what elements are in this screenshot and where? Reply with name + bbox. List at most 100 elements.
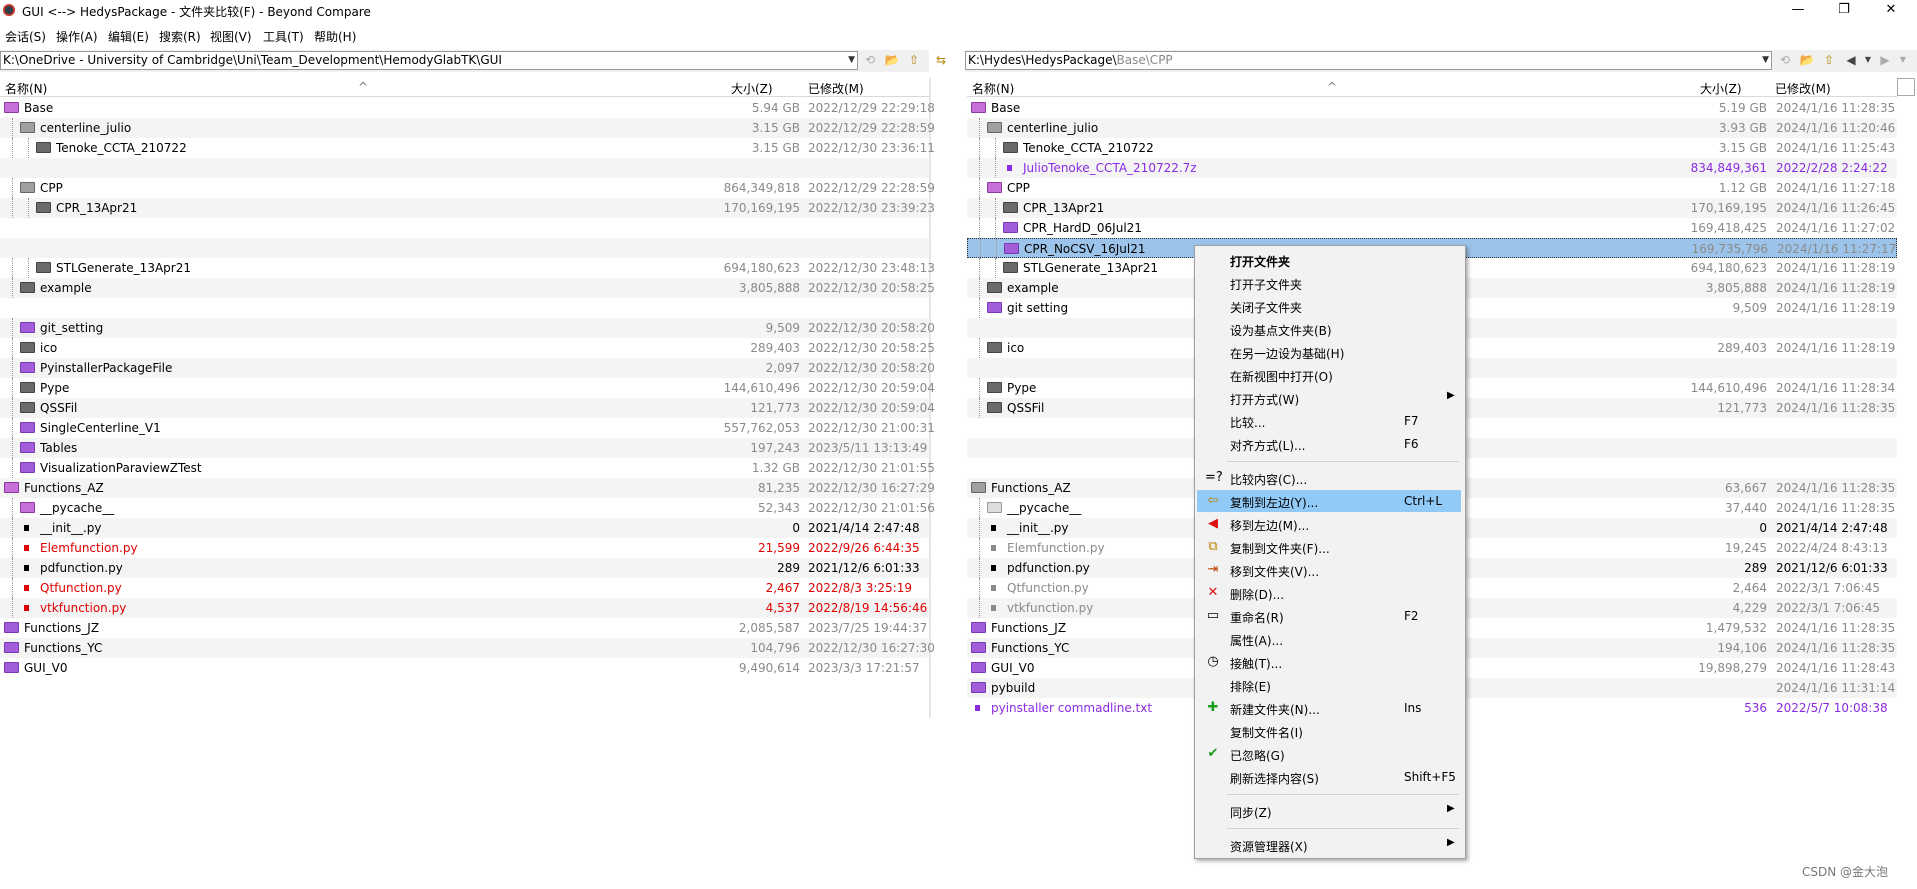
file-modified: 2024/1/16 11:28:19 bbox=[1776, 301, 1896, 315]
context-menu-item[interactable]: 打开文件夹 bbox=[1197, 249, 1461, 271]
list-item[interactable]: Tables 197,243 2023/5/11 13:13:49 bbox=[0, 438, 929, 458]
right-path-input[interactable]: K:\Hydes\HedysPackage\Base\CPP ▼ bbox=[965, 51, 1772, 70]
list-item[interactable]: git_setting 9,509 2022/12/30 20:58:20 bbox=[0, 318, 935, 338]
list-item[interactable]: Functions_YC 104,796 2022/12/30 16:27:30 bbox=[0, 638, 935, 658]
menu-actions[interactable]: 操作(A) bbox=[56, 28, 98, 45]
pane-divider[interactable] bbox=[929, 78, 931, 718]
context-menu-item[interactable]: ⇥ 移到文件夹(V)... bbox=[1197, 559, 1461, 581]
context-menu-item[interactable]: 关闭子文件夹 bbox=[1197, 295, 1461, 317]
list-item[interactable]: CPR_HardD_06Jul21 169,418,425 2024/1/16 11… bbox=[967, 218, 1897, 238]
context-menu-item[interactable]: ✔ 已忽略(G) bbox=[1197, 743, 1461, 765]
list-item[interactable]: example 3,805,888 2022/12/30 20:58:25 bbox=[0, 278, 935, 298]
context-menu-item[interactable]: 比较... F7 bbox=[1197, 410, 1461, 432]
context-menu-item[interactable]: ⧉ 复制到文件夹(F)... bbox=[1197, 536, 1461, 558]
list-item[interactable]: centerline_julio 3.15 GB 2022/12/29 22:28:… bbox=[0, 118, 935, 138]
empty-row[interactable] bbox=[0, 218, 929, 238]
empty-row[interactable] bbox=[0, 158, 929, 178]
list-item[interactable]: Base 5.94 GB 2022/12/29 22:29:18 bbox=[0, 98, 935, 118]
context-menu-item[interactable]: 排除(E) bbox=[1197, 674, 1461, 696]
list-item[interactable]: Base 5.19 GB 2024/1/16 11:28:35 bbox=[967, 98, 1897, 118]
context-menu-item[interactable]: 打开子文件夹 bbox=[1197, 272, 1461, 294]
minimize-button[interactable]: — bbox=[1775, 0, 1821, 22]
chevron-down-icon[interactable]: ▼ bbox=[848, 52, 855, 69]
browse-folder-icon[interactable]: 📂 bbox=[884, 53, 900, 67]
list-item[interactable]: centerline_julio 3.93 GB 2024/1/16 11:20:4… bbox=[967, 118, 1897, 138]
column-name[interactable]: 名称(N) bbox=[972, 80, 1014, 97]
column-size[interactable]: 大小(Z) bbox=[1700, 80, 1742, 97]
file-size: 19,898,279 bbox=[1698, 661, 1767, 675]
left-path-input[interactable]: K:\OneDrive - University of Cambridge\Un… bbox=[0, 51, 858, 70]
browse-folder-icon[interactable]: 📂 bbox=[1799, 53, 1815, 67]
list-item[interactable]: __pycache__ 52,343 2022/12/30 21:01:56 bbox=[0, 498, 935, 518]
menu-tools[interactable]: 工具(T) bbox=[263, 28, 304, 45]
context-menu-item[interactable]: 同步(Z) ▶ bbox=[1197, 800, 1461, 822]
context-menu-item[interactable]: 属性(A)... bbox=[1197, 628, 1461, 650]
context-menu-item[interactable]: 刷新选择内容(S) Shift+F5 bbox=[1197, 766, 1461, 788]
list-item[interactable]: Functions_JZ 2,085,587 2023/7/25 19:44:37 bbox=[0, 618, 929, 638]
list-item[interactable]: Tenoke_CCTA_210722 3.15 GB 2022/12/30 23:3… bbox=[0, 138, 935, 158]
context-menu-label: 重命名(R) bbox=[1230, 611, 1284, 625]
list-item[interactable]: CPP 1.12 GB 2024/1/16 11:27:18 bbox=[967, 178, 1897, 198]
empty-row[interactable] bbox=[0, 298, 929, 318]
list-item[interactable]: CPP 864,349,818 2022/12/29 22:28:59 bbox=[0, 178, 935, 198]
list-item[interactable]: VisualizationParaviewZTest 1.32 GB 2022/12… bbox=[0, 458, 935, 478]
list-item[interactable]: Qtfunction.py 2,467 2022/8/3 3:25:19 bbox=[0, 578, 929, 598]
list-item[interactable]: PyinstallerPackageFile 2,097 2022/12/30 20… bbox=[0, 358, 935, 378]
empty-row[interactable] bbox=[0, 238, 929, 258]
context-menu-item[interactable]: ⇦ 复制到左边(Y)... Ctrl+L bbox=[1197, 490, 1461, 512]
context-menu-item[interactable]: ✚ 新建文件夹(N)... Ins bbox=[1197, 697, 1461, 719]
column-name[interactable]: 名称(N) bbox=[5, 80, 47, 97]
column-modified[interactable]: 已修改(M) bbox=[808, 80, 864, 97]
folder-icon bbox=[987, 302, 1002, 313]
list-item[interactable]: Pype 144,610,496 2022/12/30 20:59:04 bbox=[0, 378, 935, 398]
context-menu-item[interactable]: 打开方式(W) ▶ bbox=[1197, 387, 1461, 409]
up-folder-icon[interactable]: ⇧ bbox=[1821, 53, 1837, 67]
list-item[interactable]: Tenoke_CCTA_210722 3.15 GB 2024/1/16 11:25… bbox=[967, 138, 1897, 158]
swap-sides-icon[interactable]: ⇆ bbox=[936, 53, 952, 67]
refresh-icon[interactable]: ⟲ bbox=[862, 53, 878, 67]
list-item[interactable]: CPR_13Apr21 170,169,195 2024/1/16 11:26:45 bbox=[967, 198, 1897, 218]
menu-session[interactable]: 会话(S) bbox=[5, 28, 46, 45]
maximize-button[interactable]: ❐ bbox=[1821, 0, 1867, 22]
list-item[interactable]: JulioTenoke_CCTA_210722.7z 834,849,361 202… bbox=[967, 158, 1897, 178]
chevron-down-icon[interactable]: ▼ bbox=[1762, 52, 1769, 69]
list-item[interactable]: vtkfunction.py 4,537 2022/8/19 14:56:46 bbox=[0, 598, 929, 618]
list-item[interactable]: Functions_AZ 81,235 2022/12/30 16:27:29 bbox=[0, 478, 935, 498]
context-menu-item[interactable]: 设为基点文件夹(B) bbox=[1197, 318, 1461, 340]
chevron-down-icon[interactable]: ▼ bbox=[1860, 53, 1876, 67]
menu-search[interactable]: 搜索(R) bbox=[159, 28, 201, 45]
chevron-down-icon[interactable]: ▼ bbox=[1895, 53, 1911, 67]
up-folder-icon[interactable]: ⇧ bbox=[906, 53, 922, 67]
forward-icon[interactable]: ▶ bbox=[1877, 53, 1893, 67]
list-item[interactable]: CPR_13Apr21 170,169,195 2022/12/30 23:39:2… bbox=[0, 198, 935, 218]
context-menu-item[interactable]: 资源管理器(X) ▶ bbox=[1197, 834, 1461, 856]
list-item[interactable]: GUI_V0 9,490,614 2023/3/3 17:21:57 bbox=[0, 658, 929, 678]
file-modified: 2024/1/16 11:28:35 bbox=[1776, 401, 1896, 415]
context-menu-shortcut: F7 bbox=[1404, 414, 1419, 428]
menu-edit[interactable]: 编辑(E) bbox=[108, 28, 149, 45]
context-menu-item[interactable]: ◀ 移到左边(M)... bbox=[1197, 513, 1461, 535]
context-menu-item[interactable]: 在新视图中打开(O) bbox=[1197, 364, 1461, 386]
context-menu-item[interactable]: ◷ 接触(T)... bbox=[1197, 651, 1461, 673]
scrollbar[interactable] bbox=[1897, 78, 1915, 96]
list-item[interactable]: pdfunction.py 289 2021/12/6 6:01:33 bbox=[0, 558, 929, 578]
context-menu-item[interactable]: 对齐方式(L)... F6 bbox=[1197, 433, 1461, 455]
context-menu-item[interactable]: =? 比较内容(C)... bbox=[1197, 467, 1461, 489]
menu-view[interactable]: 视图(V) bbox=[210, 28, 252, 45]
context-menu-item[interactable]: ▭ 重命名(R) F2 bbox=[1197, 605, 1461, 627]
list-item[interactable]: Elemfunction.py 21,599 2022/9/26 6:44:35 bbox=[0, 538, 929, 558]
list-item[interactable]: QSSFil 121,773 2022/12/30 20:59:04 bbox=[0, 398, 935, 418]
menu-help[interactable]: 帮助(H) bbox=[314, 28, 356, 45]
context-menu-item[interactable]: 复制文件名(I) bbox=[1197, 720, 1461, 742]
context-menu-item[interactable]: 在另一边设为基础(H) bbox=[1197, 341, 1461, 363]
list-item[interactable]: SingleCenterline_V1 557,762,053 2022/12/30… bbox=[0, 418, 935, 438]
context-menu-item[interactable]: ✕ 删除(D)... bbox=[1197, 582, 1461, 604]
close-button[interactable]: ✕ bbox=[1868, 0, 1914, 22]
refresh-icon[interactable]: ⟲ bbox=[1777, 53, 1793, 67]
list-item[interactable]: ico 289,403 2022/12/30 20:58:25 bbox=[0, 338, 935, 358]
column-modified[interactable]: 已修改(M) bbox=[1775, 80, 1831, 97]
list-item[interactable]: STLGenerate_13Apr21 694,180,623 2022/12/30… bbox=[0, 258, 935, 278]
back-icon[interactable]: ◀ bbox=[1843, 53, 1859, 67]
column-size[interactable]: 大小(Z) bbox=[731, 80, 773, 97]
list-item[interactable]: __init__.py 0 2021/4/14 2:47:48 bbox=[0, 518, 929, 538]
